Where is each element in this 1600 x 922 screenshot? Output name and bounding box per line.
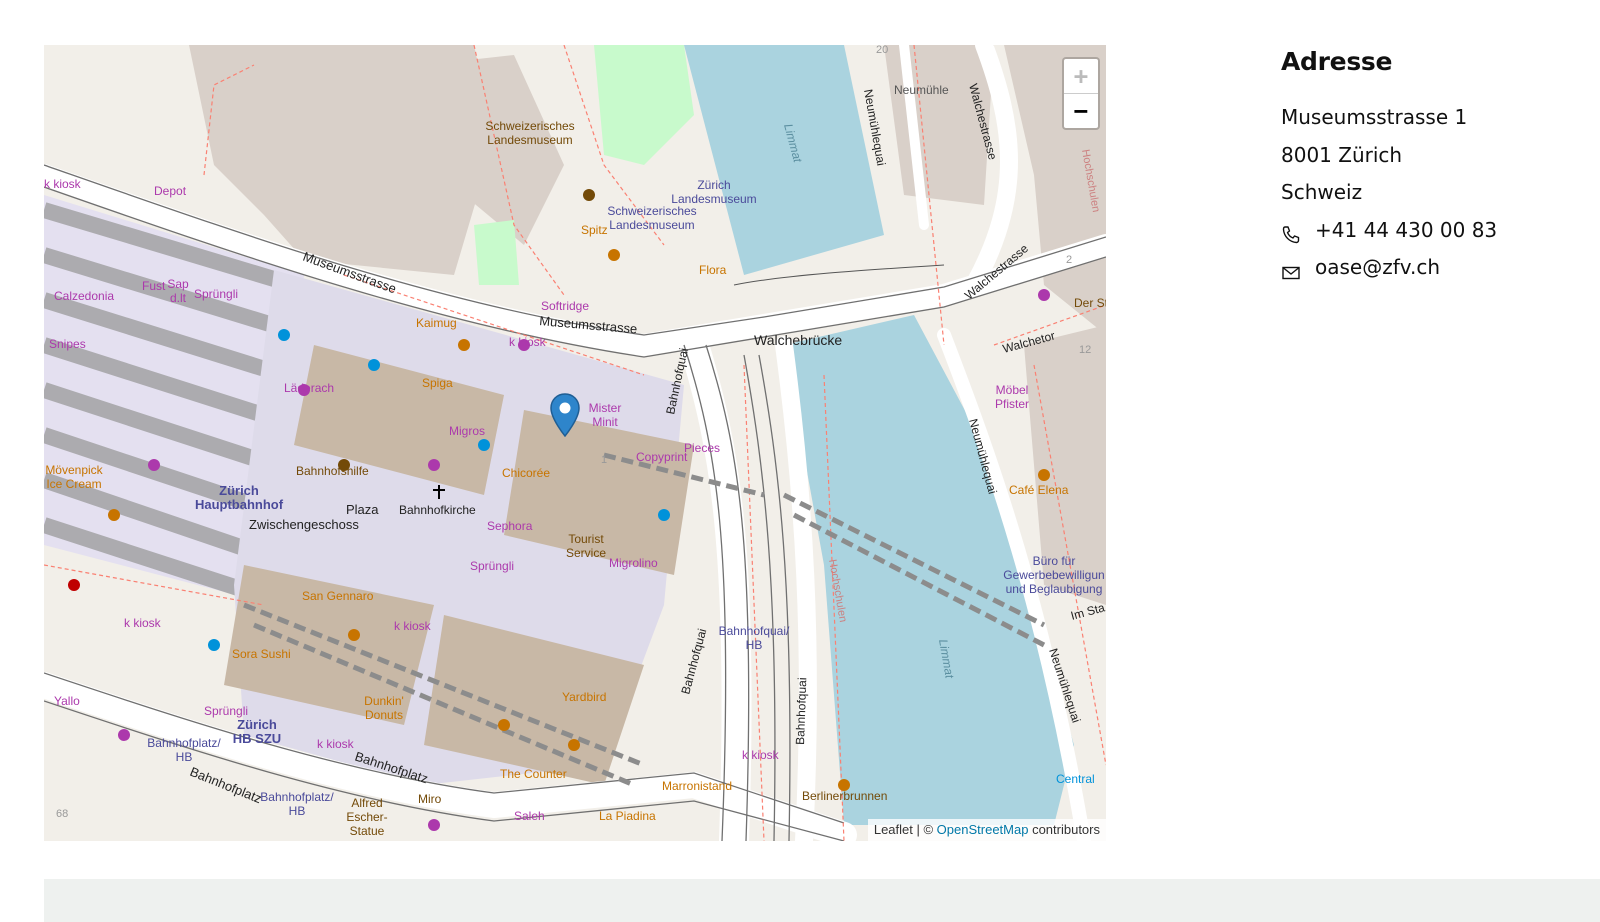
zoom-in-button[interactable]: + <box>1064 59 1098 94</box>
map[interactable]: Museumsstrasse Museumsstrasse Walchebrüc… <box>44 45 1106 841</box>
attribution-prefix: Leaflet | © <box>873 822 937 837</box>
zoom-out-button[interactable]: − <box>1064 94 1098 128</box>
address-country: Schweiz <box>1281 180 1363 204</box>
phone-icon <box>1281 220 1305 244</box>
address-panel: Adresse Museumsstrasse 1 8001 Zürich Sch… <box>1281 45 1581 287</box>
map-attribution: Leaflet | © OpenStreetMap contributors <box>867 819 1106 841</box>
phone-row: +41 44 430 00 83 <box>1281 212 1581 250</box>
address-city: 8001 Zürich <box>1281 142 1403 167</box>
address-heading: Adresse <box>1281 47 1393 76</box>
attribution-suffix: contributors <box>1028 822 1100 837</box>
email-row: oase@zfv.ch <box>1281 249 1581 287</box>
map-marker-icon[interactable] <box>550 393 580 437</box>
envelope-icon <box>1281 258 1305 279</box>
map-tiles <box>44 45 1106 841</box>
address-street: Museumsstrasse 1 <box>1281 105 1468 129</box>
email-link[interactable]: oase@zfv.ch <box>1315 249 1440 287</box>
phone-link[interactable]: +41 44 430 00 83 <box>1315 212 1497 250</box>
footer-band <box>44 879 1600 922</box>
zoom-control: + − <box>1062 57 1100 130</box>
openstreetmap-link[interactable]: OpenStreetMap <box>937 822 1029 837</box>
